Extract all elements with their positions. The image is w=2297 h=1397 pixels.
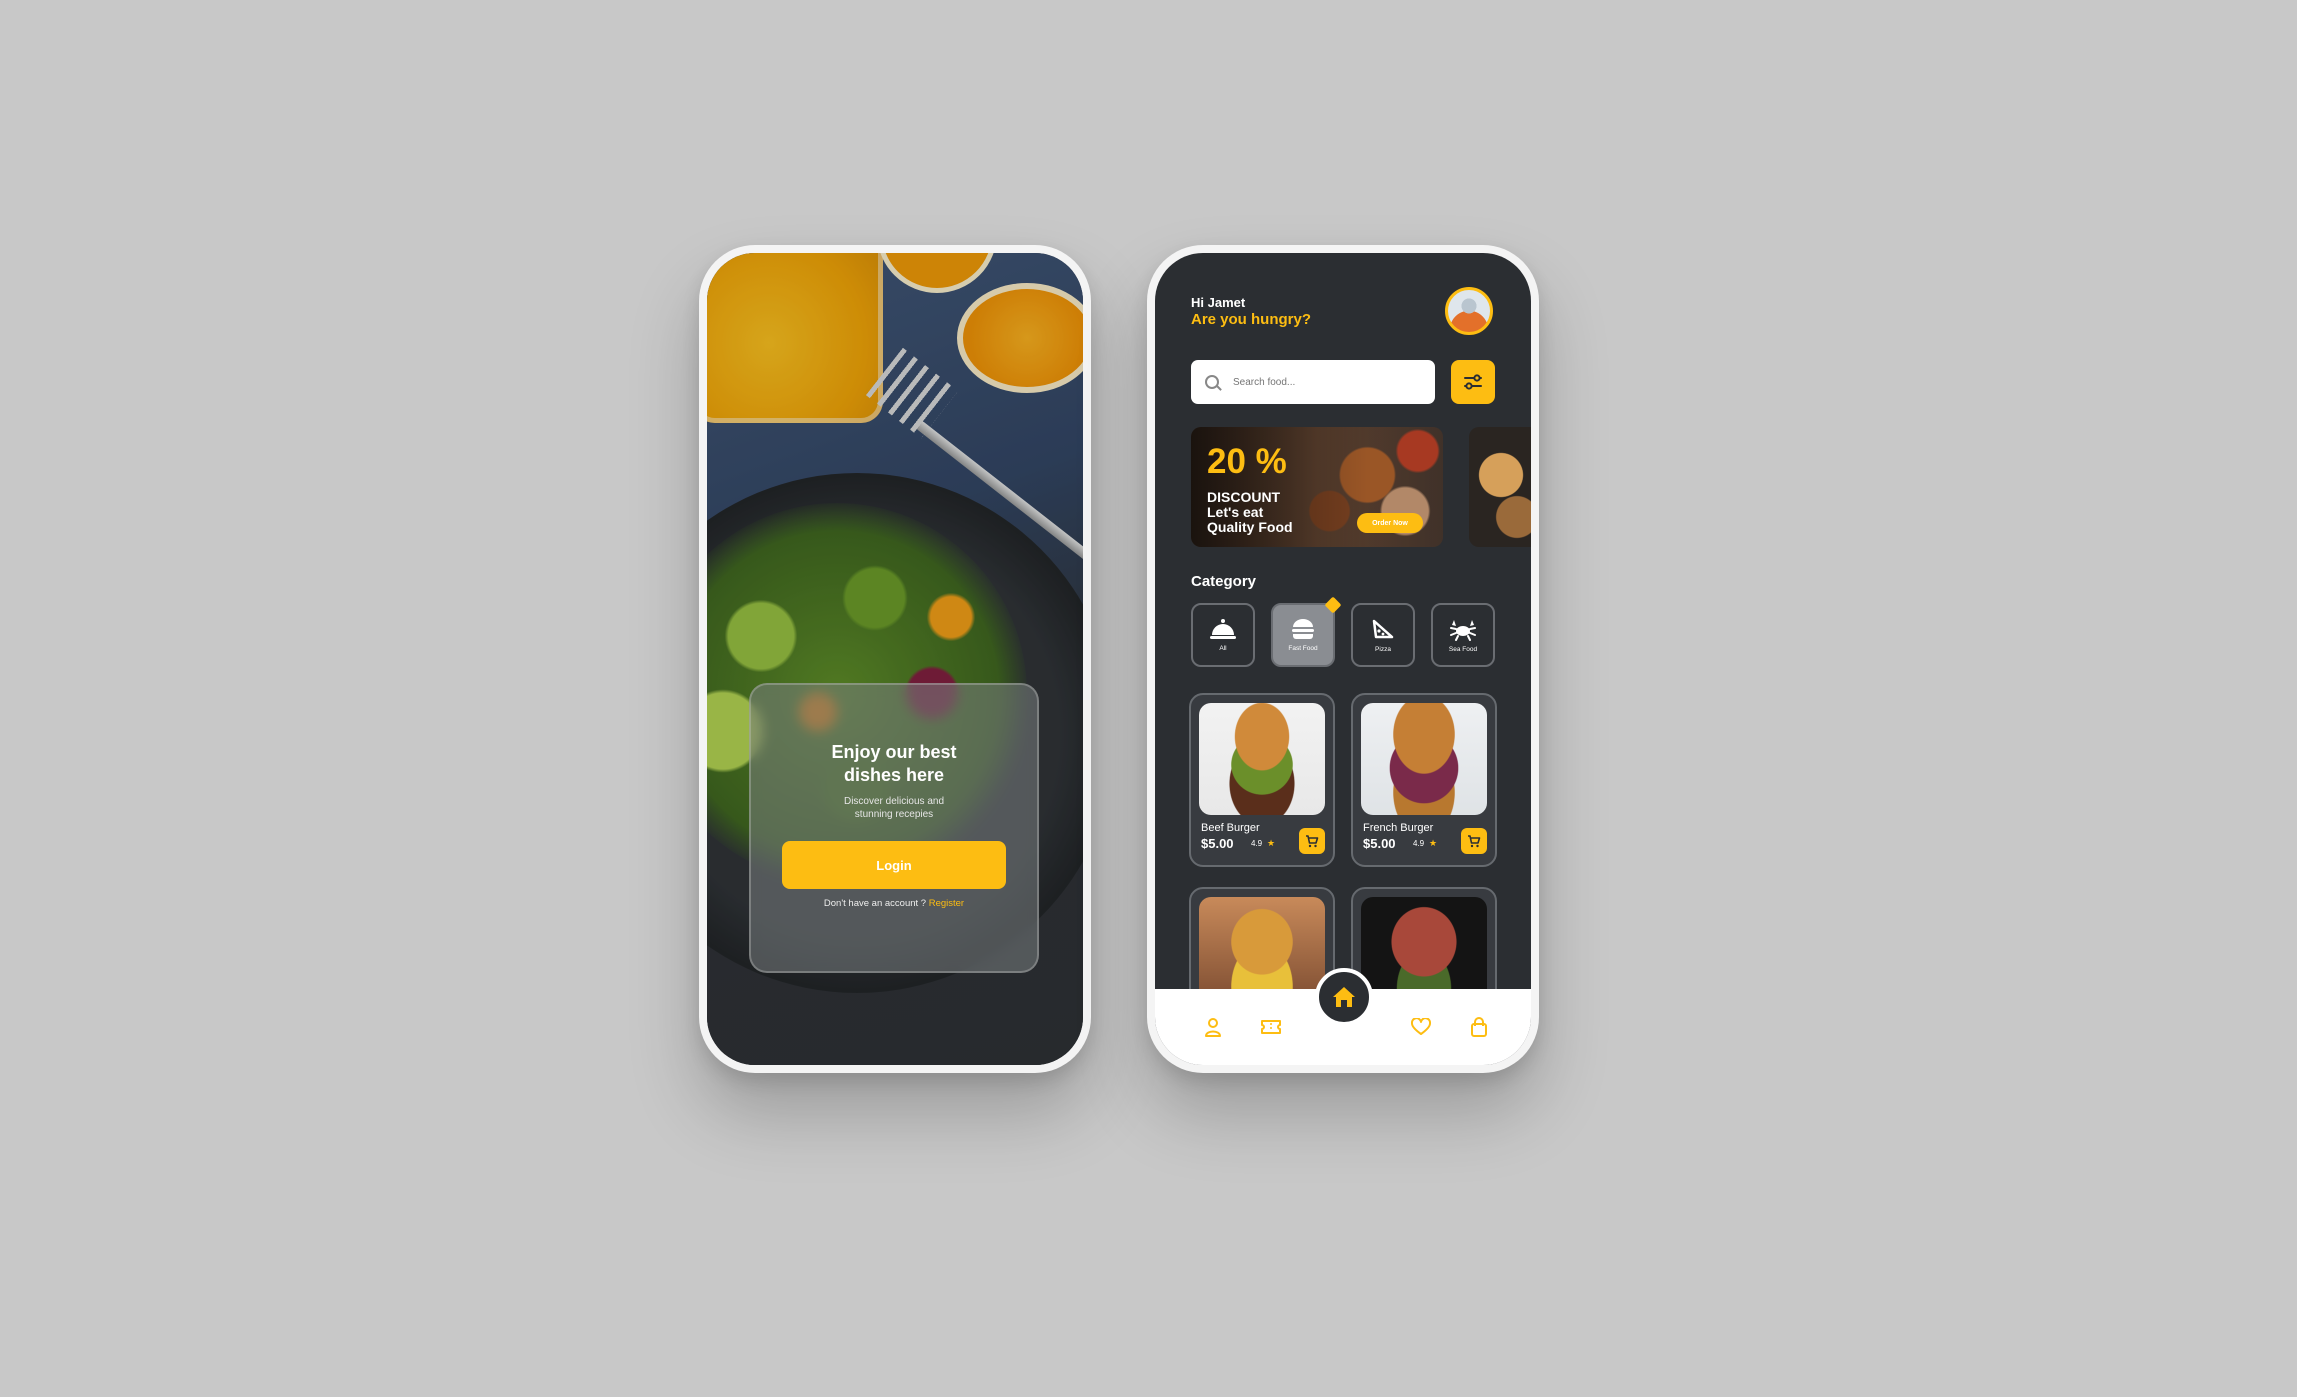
heart-icon (1411, 1018, 1431, 1035)
hungry-question: Are you hungry? (1191, 311, 1312, 328)
sliders-icon (1464, 374, 1482, 390)
avatar[interactable] (1445, 287, 1493, 335)
active-indicator (1324, 596, 1342, 614)
add-to-cart-button[interactable] (1299, 828, 1325, 854)
welcome-title: Enjoy our best dishes here (831, 742, 957, 785)
product-price: $5.00 (1363, 836, 1396, 851)
category-sea-food[interactable]: Sea Food (1431, 603, 1495, 667)
product-card-french-burger[interactable]: French Burger $5.00 4.9 ★ (1351, 693, 1497, 867)
voucher-tab[interactable] (1259, 1015, 1283, 1039)
category-label: Sea Food (1448, 646, 1478, 653)
search-icon (1205, 375, 1219, 389)
category-pizza[interactable]: Pizza (1351, 603, 1415, 667)
product-card-beef-burger[interactable]: Beef Burger $5.00 4.9 ★ (1189, 693, 1335, 867)
cloche-icon (1210, 619, 1236, 639)
burger-icon (1292, 619, 1314, 639)
category-heading: Category (1191, 573, 1257, 590)
product-name: French Burger (1363, 822, 1434, 834)
discount-percent: 20 % (1207, 442, 1287, 481)
ticket-icon (1261, 1020, 1281, 1034)
cart-icon (1468, 835, 1481, 848)
filter-button[interactable] (1451, 360, 1495, 404)
bag-icon (1471, 1017, 1487, 1037)
crab-icon (1450, 620, 1476, 641)
product-price: $5.00 (1201, 836, 1234, 851)
category-label: Fast Food (1288, 645, 1318, 652)
search-input[interactable] (1233, 376, 1413, 388)
register-link[interactable]: Register (929, 898, 964, 909)
search-bar[interactable] (1191, 360, 1435, 404)
product-rating: 4.9 (1251, 839, 1263, 848)
discount-banner[interactable]: 20 % DISCOUNT Let's eat Quality Food Ord… (1191, 427, 1443, 547)
home-screen: Hi Jamet Are you hungry? 20 % DISCOUNT L… (1155, 253, 1531, 1065)
banner-tagline-2: Quality Food (1207, 519, 1293, 535)
star-icon: ★ (1429, 838, 1438, 848)
category-label: All (1219, 645, 1227, 652)
register-prompt-text: Don't have an account ? (823, 898, 927, 909)
next-banner-peek[interactable] (1469, 427, 1531, 547)
bag-tab[interactable] (1467, 1015, 1491, 1039)
add-to-cart-button[interactable] (1461, 828, 1487, 854)
star-icon: ★ (1267, 838, 1276, 848)
login-button[interactable]: Login (782, 841, 1006, 889)
banner-tagline-1: Let's eat (1207, 504, 1264, 520)
category-all[interactable]: All (1191, 603, 1255, 667)
home-phone-mockup: Hi Jamet Are you hungry? 20 % DISCOUNT L… (1147, 245, 1539, 1073)
pizza-icon (1372, 619, 1394, 639)
category-label: Pizza (1375, 646, 1391, 653)
home-tab[interactable] (1315, 968, 1373, 1026)
discount-label: DISCOUNT (1207, 489, 1281, 505)
login-screen: Enjoy our best dishes here Discover deli… (707, 253, 1083, 1065)
register-prompt: Don't have an account ? Register (751, 898, 1037, 909)
order-now-button[interactable]: Order Now (1357, 513, 1423, 533)
french-burger-image (1361, 703, 1487, 815)
cart-icon (1306, 835, 1319, 848)
favorites-tab[interactable] (1409, 1015, 1433, 1039)
profile-tab[interactable] (1201, 1015, 1225, 1039)
category-fast-food[interactable]: Fast Food (1271, 596, 1342, 667)
beef-burger-image (1199, 703, 1325, 815)
home-icon (1333, 987, 1355, 1007)
category-list: All Fast Food Pizza Sea Food (1191, 596, 1495, 667)
welcome-subtitle: Discover delicious and stunning recepies (843, 796, 945, 820)
product-rating: 4.9 (1413, 839, 1425, 848)
profile-icon (1205, 1018, 1221, 1037)
product-name: Beef Burger (1201, 822, 1260, 834)
welcome-card: Enjoy our best dishes here Discover deli… (749, 683, 1039, 973)
login-phone-mockup: Enjoy our best dishes here Discover deli… (699, 245, 1091, 1073)
greeting-text: Hi Jamet (1191, 295, 1246, 310)
